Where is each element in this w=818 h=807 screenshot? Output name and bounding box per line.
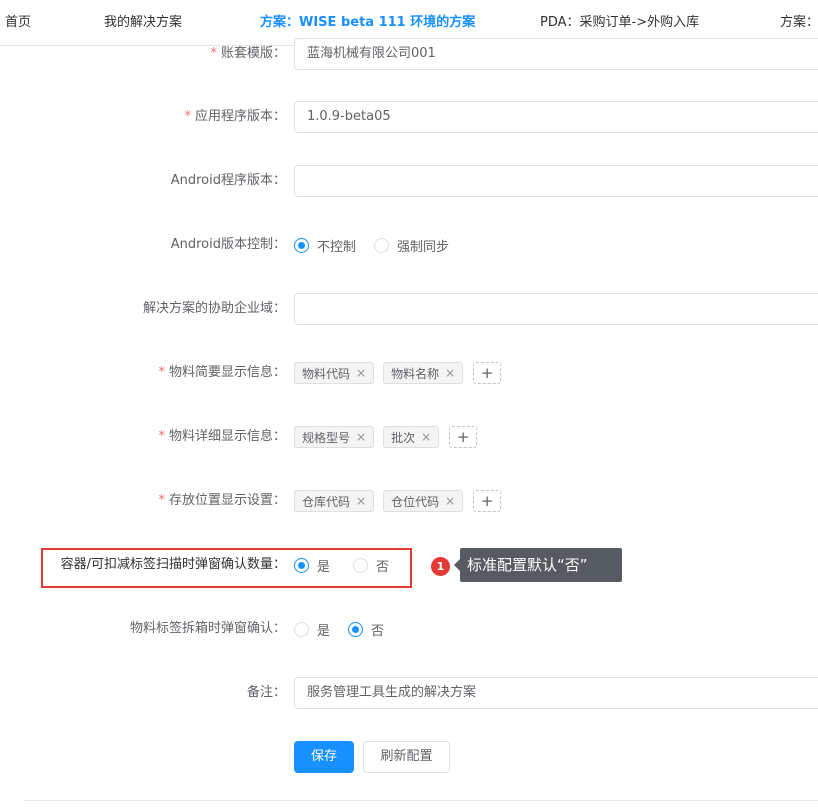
android-control-radio-group: 不控制 强制同步: [294, 229, 467, 261]
tag-warehouse-code: 仓库代码 ×: [294, 490, 375, 512]
tag-material-code: 物料代码 ×: [294, 362, 375, 384]
tag-batch: 批次 ×: [383, 426, 440, 448]
account-template-label: * 账套模版：: [210, 46, 286, 61]
coop-domain-input[interactable]: [294, 293, 818, 325]
close-icon[interactable]: ×: [356, 430, 366, 444]
account-template-input[interactable]: 蓝海机械有限公司001: [294, 38, 818, 70]
close-icon[interactable]: ×: [421, 430, 431, 444]
tab-my-solutions[interactable]: 我的解决方案: [104, 0, 182, 46]
radio-container-no[interactable]: 否: [353, 556, 389, 575]
storage-display-tags: 仓库代码 × 仓位代码 × +: [294, 485, 502, 517]
material-detail-label: * 物料详细显示信息：: [158, 429, 286, 444]
plus-icon: +: [456, 428, 470, 446]
split-confirm-label: 物料标签拆箱时弹窗确认：: [129, 621, 286, 636]
annotation-tooltip: 标准配置默认“否”: [454, 548, 622, 582]
android-version-input[interactable]: [294, 165, 818, 197]
radio-split-no[interactable]: 否: [348, 620, 384, 639]
material-detail-tags: 规格型号 × 批次 × +: [294, 421, 478, 453]
container-confirm-radio-group: 是 否: [294, 549, 407, 581]
required-mark: *: [210, 46, 217, 61]
radio-force-sync[interactable]: 强制同步: [374, 236, 449, 255]
plus-icon: +: [480, 364, 494, 382]
radio-circle-icon: [294, 621, 309, 637]
remark-input[interactable]: 服务管理工具生成的解决方案: [294, 677, 818, 709]
split-confirm-radio-group: 是 否: [294, 613, 402, 645]
required-mark: *: [158, 493, 165, 508]
save-button[interactable]: 保存: [294, 741, 354, 773]
app-version-input[interactable]: 1.0.9-beta05: [294, 101, 818, 133]
app-version-label: * 应用程序版本：: [184, 109, 286, 124]
required-mark: *: [184, 109, 191, 124]
radio-split-yes[interactable]: 是: [294, 620, 330, 639]
material-brief-tags: 物料代码 × 物料名称 × +: [294, 357, 502, 389]
refresh-config-button[interactable]: 刷新配置: [363, 741, 450, 773]
plus-icon: +: [480, 492, 494, 510]
close-icon[interactable]: ×: [445, 366, 455, 380]
radio-no-control[interactable]: 不控制: [294, 236, 356, 255]
android-control-label: Android版本控制：: [170, 237, 286, 252]
close-icon[interactable]: ×: [356, 494, 366, 508]
remark-label: 备注：: [246, 685, 286, 700]
add-tag-button[interactable]: +: [449, 426, 478, 448]
radio-circle-icon: [353, 557, 369, 573]
android-version-label: Android程序版本：: [170, 173, 286, 188]
radio-circle-icon: [374, 237, 390, 253]
radio-container-yes[interactable]: 是: [294, 556, 330, 575]
tag-location-code: 仓位代码 ×: [383, 490, 464, 512]
radio-circle-icon: [348, 621, 364, 637]
solution-config-page: 首页 我的解决方案 方案：WISE beta 111 环境的方案 PDA：采购订…: [0, 0, 818, 807]
radio-circle-icon: [294, 237, 309, 253]
add-tag-button[interactable]: +: [473, 362, 502, 384]
tag-material-name: 物料名称 ×: [383, 362, 464, 384]
close-icon[interactable]: ×: [445, 494, 455, 508]
annotation-badge: 1: [431, 557, 450, 576]
container-confirm-label: 容器/可扣减标签扫描时弹窗确认数量：: [60, 557, 286, 572]
close-icon[interactable]: ×: [356, 366, 366, 380]
tab-home[interactable]: 首页: [5, 0, 31, 46]
material-brief-label: * 物料简要显示信息：: [158, 365, 286, 380]
add-tag-button[interactable]: +: [473, 490, 502, 512]
divider: [24, 800, 818, 801]
storage-display-label: * 存放位置显示设置：: [158, 493, 286, 508]
tag-spec-model: 规格型号 ×: [294, 426, 375, 448]
required-mark: *: [158, 429, 165, 444]
required-mark: *: [158, 365, 165, 380]
coop-domain-label: 解决方案的协助企业域：: [142, 301, 286, 316]
radio-circle-icon: [294, 557, 309, 573]
